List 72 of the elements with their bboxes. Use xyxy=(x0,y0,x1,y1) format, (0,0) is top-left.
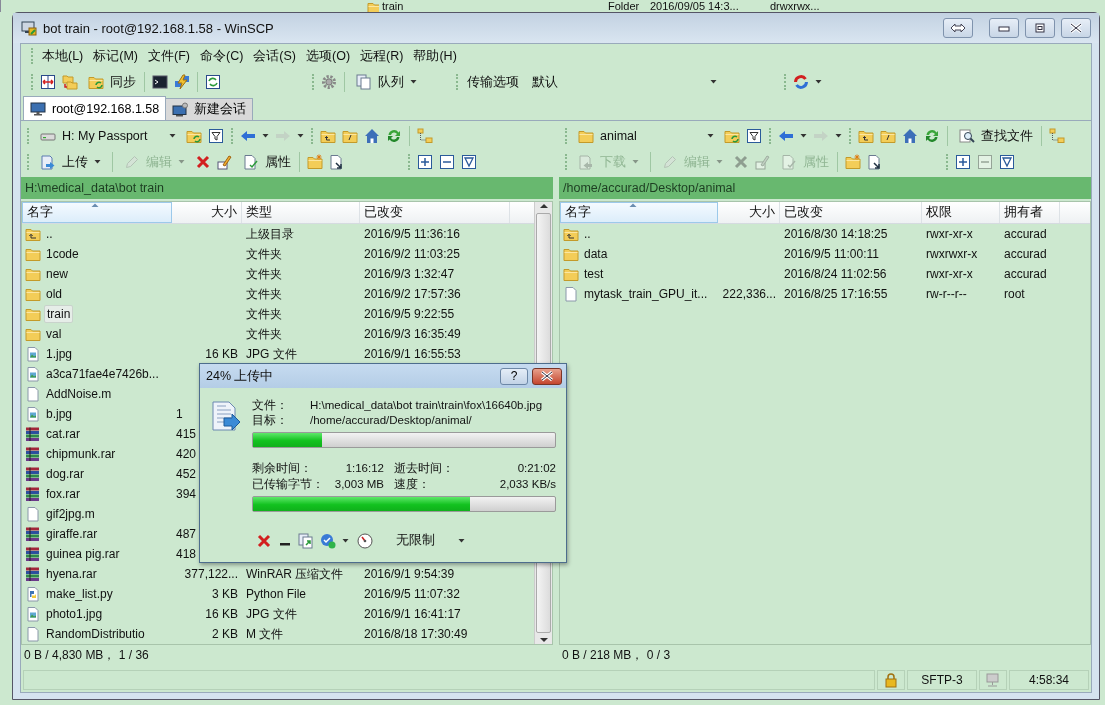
modified-date: 2016/9/2 17:57:36 xyxy=(363,286,462,303)
modified-date: 2016/9/5 11:00:11 xyxy=(783,246,880,263)
modified-date: 2016/9/1 16:55:53 xyxy=(363,346,462,363)
modified-date: 2016/9/1 9:54:39 xyxy=(363,566,456,583)
file-type: M 文件 xyxy=(245,625,285,643)
modified-date: 2016/8/25 17:16:55 xyxy=(783,286,889,303)
modified-date: 2016/9/5 11:07:32 xyxy=(363,586,461,603)
dialog-title: 24% 上传中 xyxy=(206,367,275,385)
file-type: 文件夹 xyxy=(245,325,283,343)
file-type: 文件夹 xyxy=(245,265,283,283)
file-size: 377,122... xyxy=(183,566,239,583)
path-bar: /home/accurad/Desktop/animal xyxy=(559,177,1091,199)
modified-date: 2016/8/18 17:30:49 xyxy=(363,626,469,643)
permissions: rw-r--r-- xyxy=(925,286,968,303)
file-size: 420 xyxy=(175,446,198,463)
time-left: 1:16:12 xyxy=(344,461,384,476)
transfer-options-label: 传输选项 xyxy=(466,73,520,91)
file-size: 418 xyxy=(175,546,198,563)
modified-date: 2016/9/5 11:36:16 xyxy=(363,226,461,243)
file-size: 222,336... xyxy=(721,286,777,303)
modified-date: 2016/9/3 16:35:49 xyxy=(363,326,462,343)
bytes-transferred: 3,003 MB xyxy=(333,477,384,492)
file-size: 2 KB xyxy=(211,626,239,643)
modified-date: 2016/9/1 16:41:17 xyxy=(363,606,462,623)
modified-date: 2016/9/3 1:32:47 xyxy=(363,266,456,283)
modified-date: 2016/8/30 14:18:25 xyxy=(783,226,889,243)
file-type: 上级目录 xyxy=(245,225,295,243)
permissions: rwxr-xr-x xyxy=(925,226,974,243)
speed-label: 速度： xyxy=(394,477,431,492)
file-label: 文件： xyxy=(252,398,289,413)
permissions: rwxrwxr-x xyxy=(925,246,979,263)
file-size: 16 KB xyxy=(204,606,239,623)
bytes-label: 已传输字节： xyxy=(252,477,325,492)
modified-date: 2016/9/2 11:03:25 xyxy=(363,246,461,263)
target-label: 目标： xyxy=(252,413,289,428)
modified-date: 2016/09/05 14:3... xyxy=(650,0,740,12)
file-size: 16 KB xyxy=(204,346,239,363)
file-type: Folder xyxy=(608,0,641,12)
modified-date: 2016/8/24 11:02:56 xyxy=(783,266,888,283)
file-size: 394 xyxy=(175,486,198,503)
file-path: H:\medical_data\bot train\train\fox\16640b.jpg xyxy=(310,398,544,413)
file-size: 3 KB xyxy=(211,586,239,603)
transfer-speed: 2,033 KB/s xyxy=(498,477,556,492)
session-time: 4:58:34 xyxy=(1009,670,1089,690)
permissions: drwxrwx... xyxy=(770,0,820,12)
owner: root xyxy=(1003,286,1026,303)
permissions: rwxr-xr-x xyxy=(925,266,974,283)
owner: accurad xyxy=(1003,226,1048,243)
file-type: 文件夹 xyxy=(245,245,283,263)
file-type: JPG 文件 xyxy=(245,605,298,623)
file-size: 1 xyxy=(175,406,184,423)
protocol-status: SFTP-3 xyxy=(907,670,977,690)
file-size: 415 xyxy=(175,426,198,443)
elapsed-label: 逝去时间： xyxy=(394,461,455,476)
path-bar: H:\medical_data\bot train xyxy=(21,177,553,199)
owner: accurad xyxy=(1003,266,1048,283)
file-name: train xyxy=(382,0,405,12)
window-title: bot train - root@192.168.1.58 - WinSCP xyxy=(43,20,275,36)
target-path: /home/accurad/Desktop/animal/ xyxy=(310,413,473,428)
modified-date: 2016/9/5 9:22:55 xyxy=(363,306,456,323)
elapsed-time: 0:21:02 xyxy=(516,461,556,476)
file-type: 文件夹 xyxy=(245,305,283,323)
panel-status: 0 B / 218 MB， 0 / 3 xyxy=(561,646,672,664)
panel-status: 0 B / 4,830 MB， 1 / 36 xyxy=(23,646,150,664)
file-type: 文件夹 xyxy=(245,285,283,303)
file-size: 452 xyxy=(175,466,198,483)
file-size: 487 xyxy=(175,526,198,543)
time-left-label: 剩余时间： xyxy=(252,461,313,476)
owner: accurad xyxy=(1003,246,1048,263)
file-type: WinRAR 压缩文件 xyxy=(245,565,345,583)
file-type: Python File xyxy=(245,586,308,603)
file-type: JPG 文件 xyxy=(245,345,298,363)
